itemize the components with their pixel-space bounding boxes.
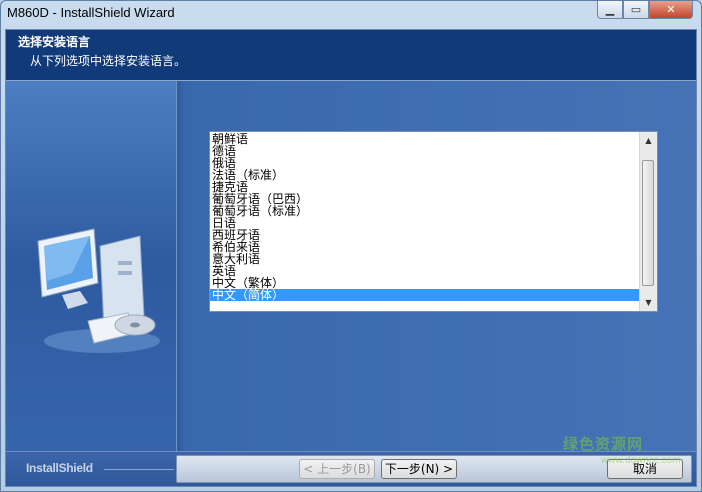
footer-divider bbox=[104, 469, 174, 470]
scroll-up-button[interactable]: ▲ bbox=[640, 132, 657, 149]
minimize-icon: ▁ bbox=[605, 3, 615, 16]
page-subtitle: 从下列选项中选择安装语言。 bbox=[30, 54, 187, 68]
language-list: 朝鲜语 德语 俄语 法语（标准） 捷克语 葡萄牙语（巴西） 葡萄牙语（标准） 日语 西班牙语 希伯… bbox=[210, 133, 640, 301]
wizard-footer: InstallShield < 上一步(B) 下一步(N) > 取消 bbox=[6, 451, 696, 486]
language-option[interactable]: 法语（标准） bbox=[210, 169, 640, 181]
scroll-down-button[interactable]: ▼ bbox=[640, 294, 657, 311]
maximize-button[interactable]: ▭ bbox=[623, 1, 649, 19]
language-option[interactable]: 希伯来语 bbox=[210, 241, 640, 253]
scroll-thumb[interactable] bbox=[642, 160, 654, 286]
page-title: 选择安装语言 bbox=[18, 35, 91, 49]
language-option[interactable]: 葡萄牙语（标准） bbox=[210, 205, 640, 217]
scroll-up-icon: ▲ bbox=[645, 136, 652, 145]
computer-setup-icon bbox=[37, 228, 160, 353]
next-button[interactable]: 下一步(N) > bbox=[381, 459, 457, 479]
window-title: M860D - InstallShield Wizard bbox=[7, 5, 175, 20]
watermark-url: www.downcc.com bbox=[601, 455, 681, 466]
language-option[interactable]: 西班牙语 bbox=[210, 229, 640, 241]
list-scrollbar[interactable]: ▲ ▼ bbox=[639, 132, 657, 311]
window-controls: ▁ ▭ ✕ bbox=[597, 1, 693, 19]
language-option[interactable]: 朝鲜语 bbox=[210, 133, 640, 145]
installshield-logo: InstallShield bbox=[26, 461, 93, 475]
minimize-button[interactable]: ▁ bbox=[597, 1, 623, 19]
side-banner bbox=[6, 81, 176, 451]
panel-divider bbox=[176, 81, 177, 451]
language-option[interactable]: 日语 bbox=[210, 217, 640, 229]
language-option[interactable]: 意大利语 bbox=[210, 253, 640, 265]
watermark-logo: 绿色资源网 bbox=[563, 435, 644, 453]
maximize-icon: ▭ bbox=[630, 3, 642, 16]
back-button[interactable]: < 上一步(B) bbox=[299, 459, 375, 479]
wizard-header: 选择安装语言 从下列选项中选择安装语言。 bbox=[6, 30, 696, 81]
language-option[interactable]: 德语 bbox=[210, 145, 640, 157]
scroll-down-icon: ▼ bbox=[645, 298, 652, 307]
language-option[interactable]: 中文（简体） bbox=[210, 289, 640, 301]
close-button[interactable]: ✕ bbox=[649, 1, 693, 19]
wizard-client: 选择安装语言 从下列选项中选择安装语言。 朝鲜语 德语 俄语 法语（标准） 捷克… bbox=[5, 29, 697, 487]
wizard-body: 朝鲜语 德语 俄语 法语（标准） 捷克语 葡萄牙语（巴西） 葡萄牙语（标准） 日语 西班牙语 希伯… bbox=[6, 81, 696, 451]
close-icon: ✕ bbox=[666, 3, 676, 16]
language-listbox[interactable]: 朝鲜语 德语 俄语 法语（标准） 捷克语 葡萄牙语（巴西） 葡萄牙语（标准） 日语 西班牙语 希伯… bbox=[209, 131, 658, 312]
title-bar[interactable]: M860D - InstallShield Wizard ▁ ▭ ✕ bbox=[1, 1, 701, 29]
installer-window: M860D - InstallShield Wizard ▁ ▭ ✕ 选择安装语… bbox=[0, 0, 702, 492]
